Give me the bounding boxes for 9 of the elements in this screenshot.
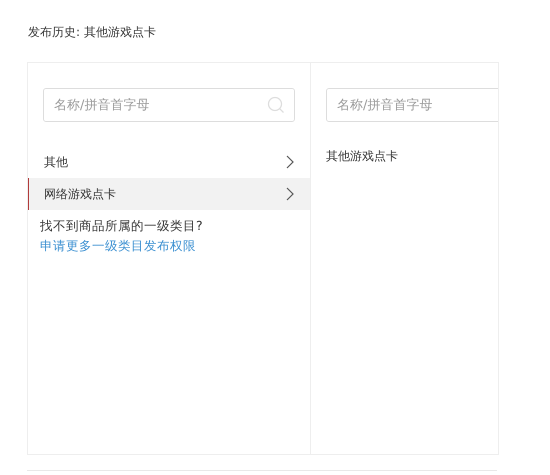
history-value: 其他游戏点卡 bbox=[84, 24, 156, 41]
category-item[interactable]: 网络游戏点卡 bbox=[28, 178, 310, 210]
search-icon bbox=[267, 96, 285, 114]
hint-text: 找不到商品所属的一级类目? 申请更多一级类目发布权限 bbox=[28, 210, 310, 256]
history-label: 发布历史: bbox=[28, 24, 80, 41]
category-item[interactable]: 其他游戏点卡 bbox=[326, 148, 498, 165]
search-field[interactable]: 名称/拼音首字母 bbox=[43, 88, 295, 122]
category-item[interactable]: 其他 bbox=[28, 146, 310, 178]
search-field[interactable]: 名称/拼音首字母 bbox=[326, 88, 498, 122]
